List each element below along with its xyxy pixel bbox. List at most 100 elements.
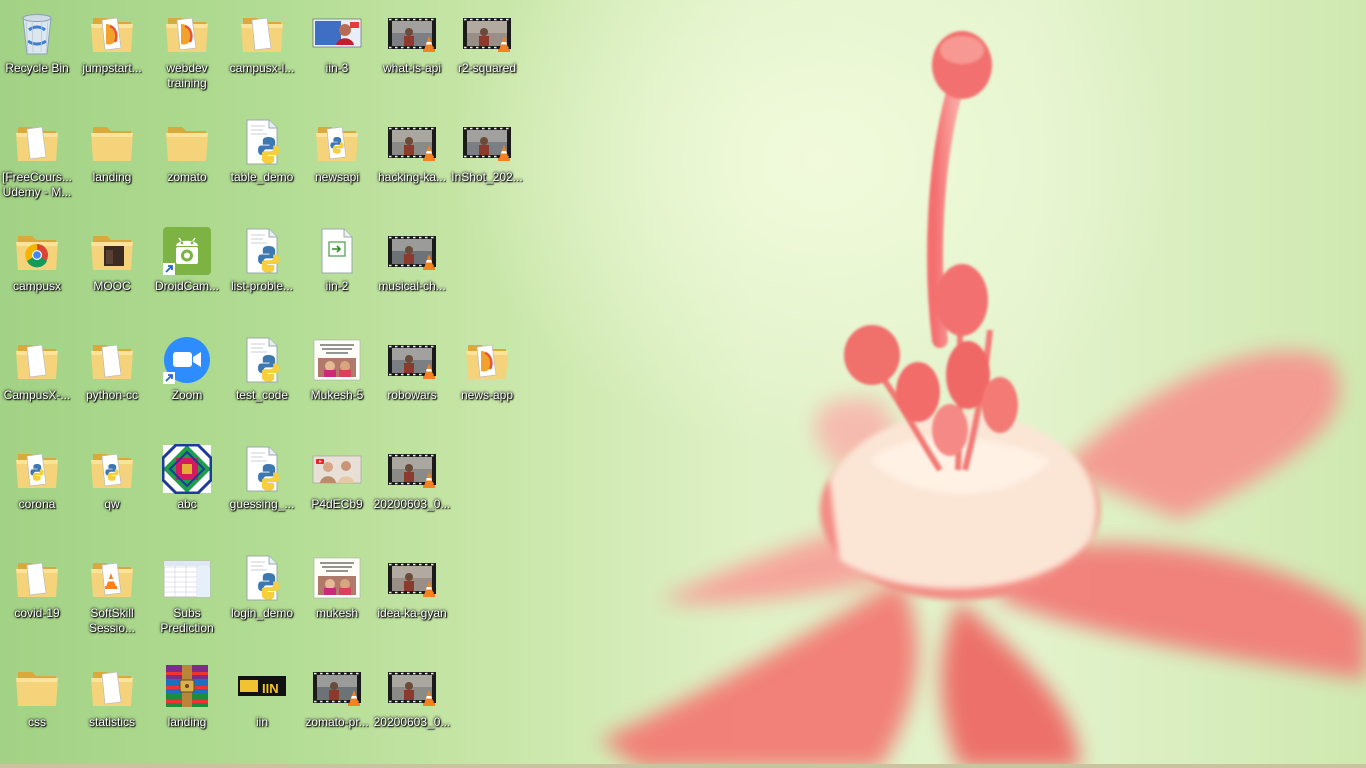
desktop-icon-droidcam[interactable]: DroidCam... — [150, 222, 224, 322]
desktop-icon-label: landing — [167, 715, 207, 729]
desktop-icon-campusx[interactable]: campusx — [0, 222, 74, 322]
desktop-icon-iin-2[interactable]: iin-2 — [300, 222, 374, 322]
image-thumb2-icon — [312, 335, 362, 385]
video-vlc-icon — [462, 117, 512, 167]
desktop-icon-inshot-202[interactable]: InShot_202... — [450, 113, 524, 213]
python-icon — [237, 553, 287, 603]
desktop-icon-softskill-sessio[interactable]: SoftSkill Sessio... — [75, 549, 149, 649]
desktop-icon-label: zomato — [167, 170, 207, 184]
desktop-icon-campusx[interactable]: CampusX-... — [0, 331, 74, 431]
desktop-icon-label: mukesh — [315, 606, 359, 620]
desktop-icon-list-proble[interactable]: list-proble... — [225, 222, 299, 322]
desktop-icon-label: Subs Prediction — [160, 606, 214, 635]
python-icon — [237, 335, 287, 385]
desktop-icon-login-demo[interactable]: login_demo — [225, 549, 299, 649]
desktop-icon-idea-ka-gyan[interactable]: idea-ka-gyan — [375, 549, 449, 649]
desktop-icon-label: SoftSkill Sessio... — [88, 606, 136, 635]
desktop-icon-corona[interactable]: corona — [0, 440, 74, 540]
desktop-icon-label: guessing_... — [229, 497, 295, 511]
desktop-icon-label: InShot_202... — [451, 170, 523, 184]
desktop-icon-label: musical-ch... — [378, 279, 446, 293]
desktop-icon-mooc[interactable]: MOOC — [75, 222, 149, 322]
desktop-icon-recycle-bin[interactable]: Recycle Bin — [0, 4, 74, 104]
iin-logo-icon: IIN — [237, 662, 287, 712]
desktop-icon-label: python-cc — [85, 388, 139, 402]
folder-color-icon — [87, 8, 137, 58]
desktop-icon-table-demo[interactable]: table_demo — [225, 113, 299, 213]
desktop-icon-abc[interactable]: abc — [150, 440, 224, 540]
folder-dark-icon — [87, 226, 137, 276]
desktop-icon-newsapi[interactable]: newsapi — [300, 113, 374, 213]
desktop-icon-zomato[interactable]: zomato — [150, 113, 224, 213]
html-file-icon — [312, 226, 362, 276]
desktop-icon-label: hacking-ka... — [377, 170, 447, 184]
desktop-icon-python-cc[interactable]: python-cc — [75, 331, 149, 431]
desktop-icon-label: list-proble... — [230, 279, 294, 293]
folder-chrome-icon — [12, 226, 62, 276]
desktop-icon-label: news-app — [460, 388, 514, 402]
folder-python-icon — [87, 444, 137, 494]
desktop-icon-label: CampusX-... — [3, 388, 71, 402]
desktop-icon-statistics[interactable]: statistics — [75, 658, 149, 758]
desktop-icon-iin[interactable]: IIN iin — [225, 658, 299, 758]
recycle-bin-icon — [12, 8, 62, 58]
desktop-icon-webdev-training[interactable]: webdev training — [150, 4, 224, 104]
image-thumb3-icon — [312, 444, 362, 494]
desktop-icon-covid-19[interactable]: covid-19 — [0, 549, 74, 649]
desktop-icon-20200603-0[interactable]: 20200603_0... — [374, 658, 450, 758]
desktop-icon-label: table_demo — [230, 170, 294, 184]
desktop-icon-zoom[interactable]: Zoom — [150, 331, 224, 431]
desktop-icon-p4decb9[interactable]: P4dECb9 — [300, 440, 374, 540]
desktop-icon-zomato-pr[interactable]: zomato-pr... — [300, 658, 374, 758]
python-icon — [237, 226, 287, 276]
python-icon — [237, 117, 287, 167]
desktop-icon-subs-prediction[interactable]: Subs Prediction — [150, 549, 224, 649]
video-vlc-icon — [387, 8, 437, 58]
desktop-icon-label: iin-3 — [325, 61, 349, 75]
desktop-icon-label: abc — [177, 497, 197, 511]
desktop-icon-jumpstart[interactable]: jumpstart... — [75, 4, 149, 104]
desktop-icon-label: iin-2 — [325, 279, 349, 293]
desktop-icon-robowars[interactable]: robowars — [375, 331, 449, 431]
desktop-icon-mukesh[interactable]: mukesh — [300, 549, 374, 649]
desktop-icon-label: qw — [104, 497, 120, 511]
folder-doc-icon — [12, 553, 62, 603]
desktop-icon-label: what-is-api — [382, 61, 442, 75]
desktop-icon-what-is-api[interactable]: what-is-api — [375, 4, 449, 104]
desktop-icon-musical-ch[interactable]: musical-ch... — [375, 222, 449, 322]
desktop-icon-label: Zoom — [171, 388, 203, 402]
desktop-icon-label: css — [28, 715, 46, 729]
desktop-icon-qw[interactable]: qw — [75, 440, 149, 540]
desktop-icon-landing[interactable]: landing — [75, 113, 149, 213]
abc-image-icon — [162, 444, 212, 494]
folder-doc-icon — [87, 335, 137, 385]
folder-doc-icon — [12, 117, 62, 167]
zoom-icon — [162, 335, 212, 385]
desktop-icon-label: [FreeCours... Udemy - M... — [1, 170, 73, 199]
desktop-icon-label: 20200603_0... — [373, 497, 451, 511]
folder-color-icon — [462, 335, 512, 385]
desktop-icon-freecours-udemy-m[interactable]: [FreeCours... Udemy - M... — [0, 113, 74, 213]
video-vlc-icon — [387, 117, 437, 167]
desktop-icon-label: DroidCam... — [154, 279, 219, 293]
folder-python-icon — [12, 444, 62, 494]
video-vlc-icon — [387, 553, 437, 603]
desktop-icon-campusx-l[interactable]: campusx-l... — [225, 4, 299, 104]
desktop-icon-mukesh-5[interactable]: Mukesh-5 — [300, 331, 374, 431]
desktop-icon-iin-3[interactable]: iin-3 — [300, 4, 374, 104]
desktop-icon-guessing[interactable]: guessing_... — [225, 440, 299, 540]
desktop-icon-label: MOOC — [93, 279, 131, 293]
desktop-icon-test-code[interactable]: test_code — [225, 331, 299, 431]
desktop-icon-landing[interactable]: landing — [150, 658, 224, 758]
desktop-icon-css[interactable]: css — [0, 658, 74, 758]
spreadsheet-icon — [162, 553, 212, 603]
video-vlc-icon — [312, 662, 362, 712]
desktop-icon-r2-squared[interactable]: r2-squared — [450, 4, 524, 104]
desktop-icon-20200603-0[interactable]: 20200603_0... — [373, 440, 451, 540]
desktop-icon-label: statistics — [88, 715, 135, 729]
folder-doc-icon — [12, 335, 62, 385]
folder-vlc-icon — [87, 553, 137, 603]
desktop-icon-label: robowars — [387, 388, 437, 402]
desktop-icon-news-app[interactable]: news-app — [450, 331, 524, 431]
desktop-icon-hacking-ka[interactable]: hacking-ka... — [375, 113, 449, 213]
